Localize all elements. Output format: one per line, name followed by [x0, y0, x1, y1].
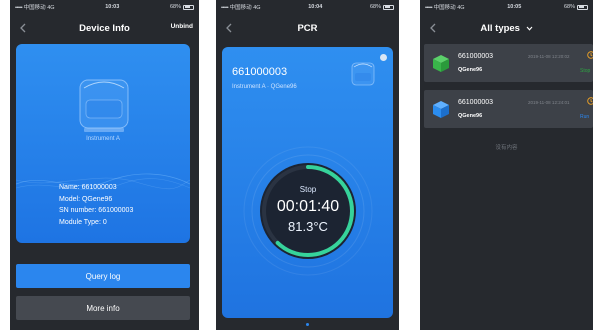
battery-percent: 68%: [169, 4, 181, 10]
device-list-screen: ••••• 中国移动 4G 10:05 68% All types 661000…: [420, 0, 593, 330]
signal-dots-icon: •••••: [221, 5, 229, 11]
device-status: Run: [580, 114, 590, 120]
page-title: PCR: [297, 22, 318, 34]
battery-icon: [383, 4, 394, 10]
signal-dots-icon: •••••: [425, 5, 433, 11]
pcr-screen: ••••• 中国移动 4G 10:04 68% PCR 661000003 In…: [216, 0, 399, 330]
carrier-name: 中国移动: [229, 5, 252, 11]
status-bar: ••••• 中国移动 4G 10:05 68%: [420, 0, 593, 14]
instrument-name: Instrument A: [86, 136, 120, 142]
info-row-name: Name: 661000003: [59, 184, 117, 191]
carrier-info: ••••• 中国移动 4G: [221, 3, 261, 11]
battery-percent: 68%: [369, 4, 381, 10]
device-model: QGene96: [458, 67, 483, 73]
clock: 10:03: [105, 4, 120, 10]
blue-cube-icon: [433, 101, 449, 118]
page-indicator: [216, 323, 399, 326]
battery-status: 68%: [170, 4, 194, 10]
network-type: 4G: [457, 5, 465, 11]
status-bar: ••••• 中国移动 4G 10:04 68%: [216, 0, 399, 14]
battery-status: 68%: [564, 4, 588, 10]
type-filter-dropdown[interactable]: All types: [480, 22, 533, 34]
query-log-button[interactable]: Query log: [16, 264, 190, 288]
device-list: 661000003 QGene96 2019-11-08 12:20:02 St…: [424, 44, 593, 136]
signal-dots-icon: •••••: [15, 5, 23, 11]
device-info-list: Name: 661000003 Model: QGene96 SN number…: [59, 182, 133, 228]
ring-readout: Stop 00:01:40 81.3°C: [242, 145, 374, 277]
page-title: Device Info: [79, 22, 130, 34]
network-type: 4G: [253, 5, 261, 11]
carrier-info: ••••• 中国移动 4G: [425, 3, 465, 11]
device-card: Instrument A Name: 661000003 Model: QGen…: [16, 44, 190, 243]
device-status: Stop: [580, 68, 591, 74]
device-list-item[interactable]: 661000003 QGene96 2019-11-08 12:24:01 Ru…: [424, 90, 593, 128]
device-timestamp: 2019-11-08 12:20:02: [528, 54, 570, 59]
battery-icon: [183, 4, 194, 10]
battery-status: 68%: [370, 4, 394, 10]
device-model: QGene96: [458, 113, 483, 119]
info-row-module-type: Module Type: 0: [59, 218, 107, 226]
unbind-button[interactable]: Unbind: [171, 23, 193, 30]
warning-clock-icon: [587, 97, 593, 105]
back-arrow-icon[interactable]: [222, 21, 236, 35]
device-info-screen: ••••• 中国移动 4G 10:03 68% Device Info Unbi…: [10, 0, 199, 330]
back-arrow-icon[interactable]: [16, 21, 30, 35]
temperature-readout: 81.3°C: [288, 218, 328, 234]
empty-state-text: 没有内容: [495, 145, 518, 151]
nav-bar: All types: [420, 14, 593, 42]
carrier-name: 中国移动: [433, 5, 456, 11]
instrument-illustration-icon: [351, 62, 375, 86]
info-row-sn: SN number: 661000003: [59, 207, 134, 214]
chevron-down-icon: [526, 26, 533, 31]
status-bar: ••••• 中国移动 4G 10:03 68%: [10, 0, 199, 14]
elapsed-timer: 00:01:40: [276, 197, 340, 215]
clock: 10:04: [308, 4, 323, 10]
device-timestamp: 2019-11-08 12:24:01: [528, 100, 570, 105]
back-arrow-icon[interactable]: [426, 21, 440, 35]
battery-percent: 68%: [563, 4, 575, 10]
page-title: All types: [480, 22, 520, 34]
clock: 10:05: [507, 4, 522, 10]
instrument-illustration-icon: [79, 79, 129, 132]
nav-bar: Device Info Unbind: [10, 14, 199, 42]
network-type: 4G: [47, 5, 55, 11]
run-status: Stop: [299, 184, 317, 194]
warning-clock-icon: [587, 51, 593, 59]
carrier-info: ••••• 中国移动 4G: [15, 3, 55, 11]
device-subtitle: Instrument A · QGene96: [232, 84, 297, 90]
info-row-model: Model: QGene96: [59, 195, 113, 203]
status-dot-icon: [380, 54, 387, 61]
more-info-button[interactable]: More info: [16, 296, 190, 320]
device-id: 661000003: [232, 66, 288, 78]
pcr-status-card: 661000003 Instrument A · QGene96 Stop 00…: [222, 47, 393, 318]
device-list-item[interactable]: 661000003 QGene96 2019-11-08 12:20:02 St…: [424, 44, 593, 82]
page-dot-active: [306, 323, 309, 326]
battery-icon: [577, 4, 588, 10]
carrier-name: 中国移动: [23, 5, 46, 11]
pcr-progress-ring: Stop 00:01:40 81.3°C: [242, 145, 374, 277]
nav-bar: PCR: [216, 14, 399, 42]
green-cube-icon: [433, 55, 449, 72]
device-id: 661000003: [458, 99, 494, 106]
device-id: 661000003: [458, 53, 494, 60]
